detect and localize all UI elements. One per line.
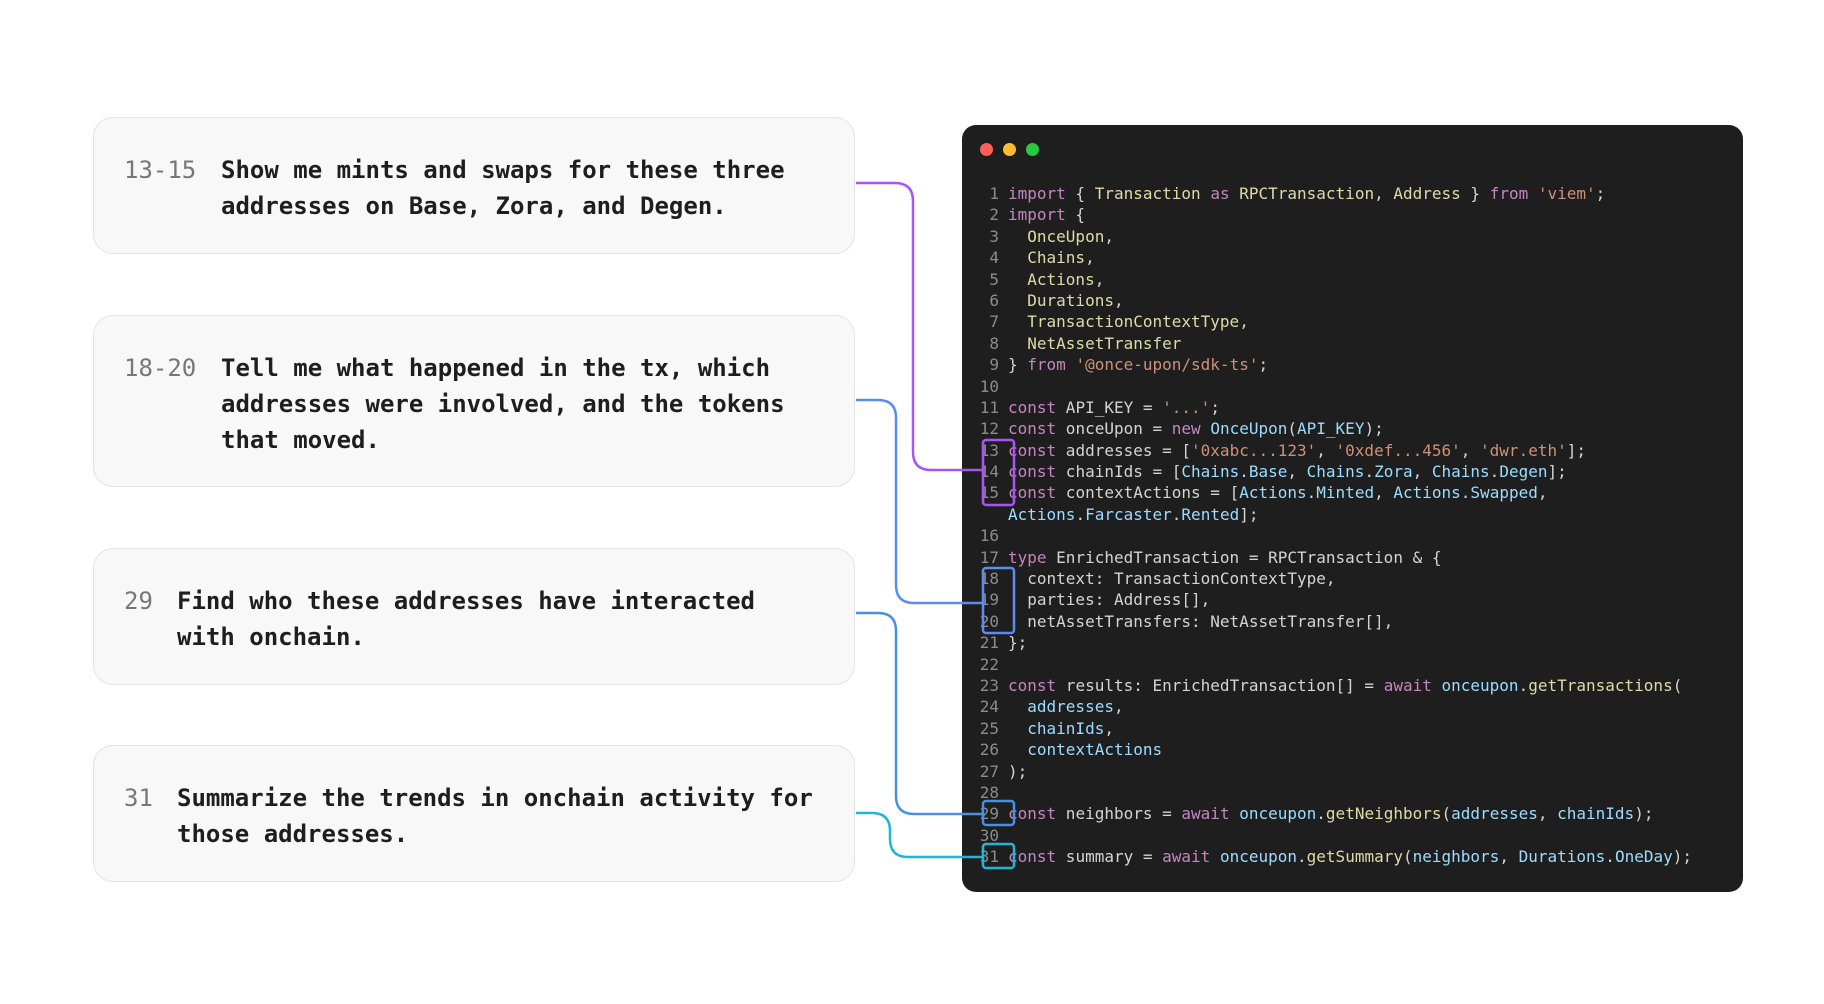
highlight-line-29 <box>981 799 1016 827</box>
connector-lines <box>856 181 1016 870</box>
highlight-lines-18-20 <box>981 566 1016 635</box>
connector-29 <box>856 611 983 816</box>
connector-31 <box>856 811 983 859</box>
connector-18-20 <box>856 398 983 605</box>
highlight-lines-13-15 <box>981 438 1016 507</box>
highlight-line-31 <box>981 842 1016 870</box>
connector-13-15 <box>856 181 983 472</box>
